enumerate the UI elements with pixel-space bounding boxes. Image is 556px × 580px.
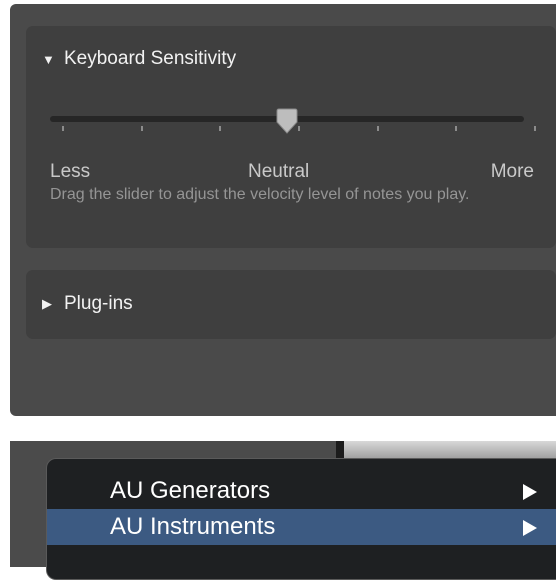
menu-item-au-instruments[interactable]: AU Instruments bbox=[47, 509, 556, 545]
settings-panel: ▼ Keyboard Sensitivity Less Neutral More… bbox=[10, 4, 556, 416]
slider-tick bbox=[377, 126, 379, 131]
slider-tick bbox=[534, 126, 536, 131]
menu-item-partial bbox=[110, 551, 230, 565]
plugins-section: ▶ Plug-ins bbox=[26, 270, 556, 339]
menu-item-label: AU Generators bbox=[110, 477, 271, 504]
keyboard-sensitivity-title: Keyboard Sensitivity bbox=[64, 48, 237, 69]
slider-thumb[interactable] bbox=[276, 108, 298, 134]
triangle-down-icon: ▼ bbox=[42, 51, 55, 67]
slider-label-more: More bbox=[490, 161, 534, 182]
menu-item-au-generators[interactable]: AU Generators bbox=[47, 473, 556, 509]
slider-tick bbox=[62, 126, 64, 131]
slider-tick bbox=[298, 126, 300, 131]
menu-item-label: AU Instruments bbox=[110, 513, 276, 540]
plugin-menu: AU Generators AU Instruments bbox=[46, 458, 556, 580]
triangle-right-icon: ▶ bbox=[42, 296, 52, 311]
keyboard-sensitivity-section: ▼ Keyboard Sensitivity Less Neutral More… bbox=[26, 26, 556, 248]
background-window bbox=[336, 441, 556, 459]
sensitivity-description: Drag the slider to adjust the velocity l… bbox=[50, 186, 470, 203]
menu-backdrop: AU Generators AU Instruments bbox=[10, 441, 556, 580]
plugins-header[interactable]: ▶ Plug-ins bbox=[42, 293, 133, 315]
slider-tick bbox=[455, 126, 457, 131]
slider-tick bbox=[219, 126, 221, 131]
plugins-title: Plug-ins bbox=[64, 293, 133, 314]
slider-label-less: Less bbox=[50, 161, 91, 182]
slider-label-neutral: Neutral bbox=[248, 161, 310, 182]
background-divider bbox=[336, 441, 344, 459]
slider-tick bbox=[141, 126, 143, 131]
submenu-arrow-icon bbox=[523, 520, 537, 536]
keyboard-sensitivity-header[interactable]: ▼ Keyboard Sensitivity bbox=[42, 48, 236, 70]
sensitivity-slider[interactable] bbox=[50, 108, 536, 134]
submenu-arrow-icon bbox=[523, 484, 537, 500]
